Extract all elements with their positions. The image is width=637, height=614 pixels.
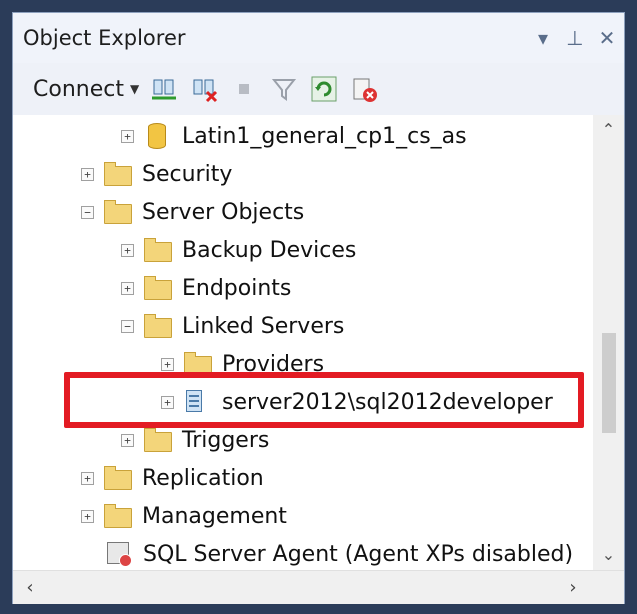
start-powershell-icon[interactable] xyxy=(349,74,379,104)
tree-node-server-objects[interactable]: − Server Objects xyxy=(81,193,304,231)
expand-icon[interactable]: + xyxy=(81,509,94,523)
horizontal-scrollbar[interactable]: ‹ › xyxy=(13,570,624,604)
tree-node-linked-servers[interactable]: − Linked Servers xyxy=(121,307,344,345)
vertical-scrollbar[interactable]: ⌃ ⌄ xyxy=(593,115,624,570)
folder-icon xyxy=(142,426,174,454)
expand-icon[interactable]: + xyxy=(121,243,134,257)
tree-node-label: Security xyxy=(142,161,233,187)
expand-icon[interactable]: + xyxy=(121,281,134,295)
folder-icon xyxy=(102,502,134,530)
expand-icon[interactable]: + xyxy=(81,167,94,181)
vertical-scroll-thumb[interactable] xyxy=(602,333,616,433)
window-position-dropdown-icon[interactable]: ▾ xyxy=(528,23,558,53)
scroll-right-icon[interactable]: › xyxy=(558,571,588,604)
tree-node-endpoints[interactable]: + Endpoints xyxy=(121,269,291,307)
collapse-icon[interactable]: − xyxy=(81,205,94,219)
tree-node-label: Replication xyxy=(142,465,264,491)
scroll-up-icon[interactable]: ⌃ xyxy=(593,115,624,145)
connect-object-explorer-icon[interactable] xyxy=(149,74,179,104)
expand-icon[interactable]: + xyxy=(121,129,134,143)
tree-node-sql-server-agent[interactable]: SQL Server Agent (Agent XPs disabled) xyxy=(95,535,573,570)
folder-icon xyxy=(102,198,134,226)
window-title: Object Explorer xyxy=(23,26,186,50)
tree-node-providers[interactable]: + Providers xyxy=(161,345,324,383)
tree-node-triggers[interactable]: + Triggers xyxy=(121,421,269,459)
tree-node-label: Endpoints xyxy=(182,275,292,301)
folder-icon xyxy=(102,160,134,188)
filter-icon[interactable] xyxy=(269,74,299,104)
tree-node-management[interactable]: + Management xyxy=(81,497,287,535)
expand-icon[interactable]: + xyxy=(161,357,174,371)
title-bar: Object Explorer ▾ ⊥ ✕ xyxy=(13,13,624,63)
connect-label: Connect xyxy=(33,76,124,102)
folder-icon xyxy=(182,350,214,378)
refresh-icon[interactable] xyxy=(309,74,339,104)
object-explorer-window: Object Explorer ▾ ⊥ ✕ Connect ▼ + Latin1… xyxy=(12,12,625,604)
expand-icon[interactable]: + xyxy=(121,433,134,447)
linked-server-icon xyxy=(182,388,214,416)
auto-hide-pin-icon[interactable]: ⊥ xyxy=(560,23,590,53)
tree-node-label: SQL Server Agent (Agent XPs disabled) xyxy=(143,541,574,567)
disconnect-icon[interactable] xyxy=(189,74,219,104)
object-explorer-tree: + Latin1_general_cp1_cs_as + Security − … xyxy=(13,115,593,570)
scroll-left-icon[interactable]: ‹ xyxy=(15,571,45,604)
tree-node-backup-devices[interactable]: + Backup Devices xyxy=(121,231,356,269)
tree-node-label: Management xyxy=(142,503,287,529)
collapse-icon[interactable]: − xyxy=(121,319,134,333)
folder-icon xyxy=(142,274,174,302)
tree-node-security[interactable]: + Security xyxy=(81,155,232,193)
tree-node-label: server2012\sql2012developer xyxy=(222,389,553,415)
tree-node-linked-server-instance[interactable]: + server2012\sql2012developer xyxy=(161,383,553,421)
tree-node-database[interactable]: + Latin1_general_cp1_cs_as xyxy=(121,117,467,155)
folder-icon xyxy=(102,464,134,492)
tree-node-replication[interactable]: + Replication xyxy=(81,459,264,497)
tree-node-label: Backup Devices xyxy=(182,237,357,263)
tree-node-label: Linked Servers xyxy=(182,313,345,339)
sql-agent-icon xyxy=(103,540,135,568)
tree-node-label: Latin1_general_cp1_cs_as xyxy=(182,123,467,149)
close-icon[interactable]: ✕ xyxy=(592,23,622,53)
tree-node-label: Triggers xyxy=(182,427,270,453)
toolbar: Connect ▼ xyxy=(13,63,624,116)
tree-node-label: Server Objects xyxy=(142,199,305,225)
tree-node-label: Providers xyxy=(222,351,325,377)
expand-icon[interactable]: + xyxy=(81,471,94,485)
folder-icon xyxy=(142,236,174,264)
database-icon xyxy=(142,122,174,150)
folder-icon xyxy=(142,312,174,340)
chevron-down-icon[interactable]: ▼ xyxy=(130,82,139,96)
expand-icon[interactable]: + xyxy=(161,395,174,409)
scroll-down-icon[interactable]: ⌄ xyxy=(593,540,624,570)
stop-icon[interactable] xyxy=(229,74,259,104)
connect-button[interactable]: Connect ▼ xyxy=(13,77,139,102)
